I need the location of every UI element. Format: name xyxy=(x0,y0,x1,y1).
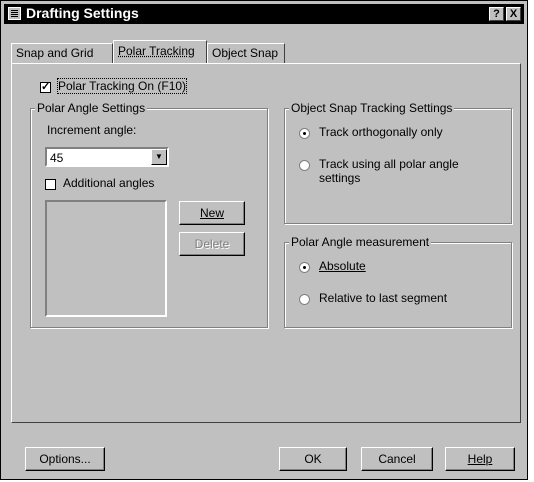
track-polar-label-line1: Track using all polar angle xyxy=(319,157,459,171)
ok-button[interactable]: OK xyxy=(279,447,347,471)
options-button-label: Options... xyxy=(39,452,91,466)
tab-label: Polar Tracking xyxy=(118,44,195,58)
new-button-label: New xyxy=(199,206,224,220)
object-snap-tracking-group: Object Snap Tracking Settings Track orth… xyxy=(284,101,512,224)
tab-polar-tracking[interactable]: Polar Tracking xyxy=(113,40,207,63)
group-title: Polar Angle measurement xyxy=(289,235,432,249)
increment-angle-label: Increment angle: xyxy=(47,123,137,137)
track-polar-label-line2: settings xyxy=(319,171,361,185)
tab-snap-and-grid[interactable]: Snap and Grid xyxy=(11,43,113,63)
polar-angle-settings-group: Polar Angle Settings Increment angle: 45… xyxy=(30,101,268,328)
help-button[interactable]: Help xyxy=(445,447,515,471)
cancel-button[interactable]: Cancel xyxy=(361,447,433,471)
increment-angle-value: 45 xyxy=(50,151,64,165)
window-title: Drafting Settings xyxy=(26,5,139,21)
chevron-down-icon[interactable]: ▼ xyxy=(151,149,167,165)
ok-button-label: OK xyxy=(304,452,322,466)
track-orthogonally-label: Track orthogonally only xyxy=(319,125,443,139)
cancel-button-label: Cancel xyxy=(378,452,416,466)
title-bar[interactable]: Drafting Settings ? X xyxy=(4,4,524,24)
tab-panel: ✓ Polar Tracking On (F10) Polar Angle Se… xyxy=(11,63,521,423)
app-icon xyxy=(8,7,21,20)
additional-angles-checkbox[interactable] xyxy=(45,179,56,190)
track-orthogonally-radio[interactable] xyxy=(299,128,310,139)
delete-button-label: Delete xyxy=(194,237,230,251)
help-icon[interactable]: ? xyxy=(489,7,504,21)
close-icon[interactable]: X xyxy=(506,7,521,21)
help-button-label: Help xyxy=(467,452,493,466)
group-title: Polar Angle Settings xyxy=(35,101,148,115)
tab-object-snap[interactable]: Object Snap xyxy=(207,43,285,63)
drafting-settings-dialog: Drafting Settings ? X Snap and Grid Pola… xyxy=(0,0,528,480)
increment-angle-select[interactable]: 45 ▼ xyxy=(45,147,169,167)
polar-angle-measurement-group: Polar Angle measurement Absolute Relativ… xyxy=(284,235,512,328)
track-polar-radio[interactable] xyxy=(299,160,310,171)
polar-tracking-checkbox[interactable]: ✓ xyxy=(40,82,51,93)
new-button[interactable]: New xyxy=(179,201,245,225)
group-title: Object Snap Tracking Settings xyxy=(289,101,455,115)
tab-label: Snap and Grid xyxy=(16,46,94,60)
relative-radio[interactable] xyxy=(299,294,310,305)
polar-tracking-label: Polar Tracking On (F10) xyxy=(56,78,188,94)
additional-angles-list[interactable] xyxy=(45,200,167,317)
options-button[interactable]: Options... xyxy=(25,447,105,471)
delete-button[interactable]: Delete xyxy=(179,232,245,256)
absolute-radio[interactable] xyxy=(299,262,310,273)
additional-angles-label: Additional angles xyxy=(63,176,155,190)
tab-label: Object Snap xyxy=(212,46,279,60)
absolute-label: Absolute xyxy=(319,259,366,273)
relative-label: Relative to last segment xyxy=(319,291,448,305)
